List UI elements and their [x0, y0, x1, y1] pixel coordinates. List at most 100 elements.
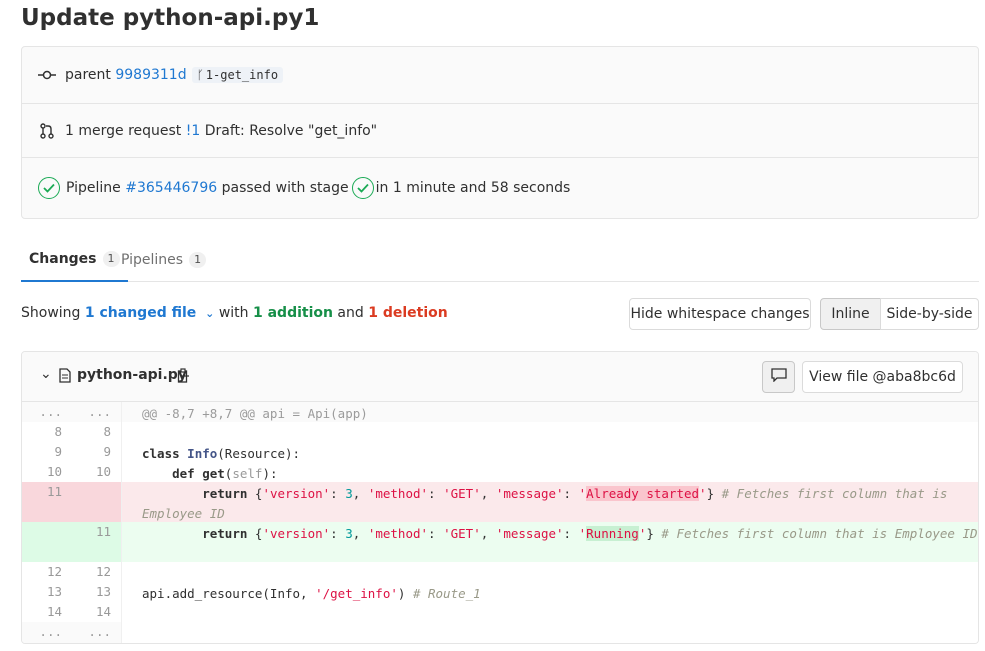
code-token: (Resource):: [217, 446, 301, 461]
code-token: 'method': [367, 486, 429, 501]
line-number-old[interactable]: 8: [22, 422, 72, 442]
stats-with: with: [218, 305, 249, 321]
code-line: [122, 622, 978, 643]
code-token: 'version': [262, 526, 331, 541]
diff-line: 8 8: [22, 422, 978, 442]
branch-icon: ᚴ: [196, 68, 204, 82]
line-number-old[interactable]: 11: [22, 482, 72, 522]
side-by-side-view-button[interactable]: Side-by-side: [880, 298, 979, 330]
line-number-new[interactable]: 12: [72, 562, 122, 582]
hunk-header-line: ... ... @@ -8,7 +8,7 @@ api = Api(app): [22, 402, 978, 422]
line-number-new[interactable]: 9: [72, 442, 122, 462]
branch-badge[interactable]: ᚴ 1-get_info: [191, 67, 284, 83]
parent-sha-link[interactable]: 9989311d: [115, 67, 186, 83]
line-number-old[interactable]: 13: [22, 582, 72, 602]
pipeline-label: Pipeline: [66, 180, 121, 196]
code-line: class Info(Resource):: [122, 442, 978, 462]
diff-line: 12 12: [22, 562, 978, 582]
pipeline-status-icon[interactable]: [38, 177, 60, 199]
stage-status-icon[interactable]: [351, 177, 374, 199]
diff-line: 9 9 class Info(Resource):: [22, 442, 978, 462]
toggle-comments-button[interactable]: [762, 361, 795, 393]
code-token: def: [172, 466, 195, 481]
commit-icon: [38, 66, 56, 84]
file-name[interactable]: python-api.py: [77, 367, 187, 383]
line-number-old[interactable]: ...: [22, 622, 72, 643]
code-token: ': [578, 526, 587, 541]
line-number-new[interactable]: 10: [72, 462, 122, 482]
changed-files-dropdown[interactable]: 1 changed file ⌄: [85, 305, 214, 321]
view-file-button[interactable]: View file @aba8bc6d: [802, 361, 963, 393]
tab-changes[interactable]: Changes 1: [21, 238, 128, 282]
code-token: ': [578, 486, 587, 501]
line-number-old[interactable]: 9: [22, 442, 72, 462]
added-text: Running: [586, 526, 639, 541]
mr-count-text: 1 merge request: [65, 123, 182, 139]
diff-line: 10 10 def get(self):: [22, 462, 978, 482]
line-number-old[interactable]: 14: [22, 602, 72, 622]
collapse-chevron-icon[interactable]: ⌄: [40, 366, 52, 382]
line-number-new[interactable]: 8: [72, 422, 122, 442]
inline-view-button[interactable]: Inline: [820, 298, 881, 330]
mr-ref-link[interactable]: !1: [186, 123, 201, 139]
diff-file: ⌄ python-api.py View file @aba8bc6d ... …: [21, 351, 979, 644]
divider: [22, 103, 978, 104]
line-number-old[interactable]: ...: [22, 402, 72, 422]
code-token: 'version': [262, 486, 331, 501]
line-number-new[interactable]: 11: [72, 522, 122, 562]
code-token: 3: [345, 526, 353, 541]
line-number-new[interactable]: 13: [72, 582, 122, 602]
line-number-new[interactable]: [72, 482, 122, 522]
mr-title: Draft: Resolve "get_info": [204, 123, 378, 139]
pipeline-link[interactable]: #365446796: [125, 180, 217, 196]
line-number-old[interactable]: 12: [22, 562, 72, 582]
diff-line: 13 13 api.add_resource(Info, '/get_info'…: [22, 582, 978, 602]
code-token: Info: [187, 446, 218, 461]
diff-footer-line: ... ...: [22, 622, 978, 643]
hide-whitespace-button[interactable]: Hide whitespace changes: [629, 298, 811, 330]
pipeline-row: Pipeline #365446796 passed with stage in…: [22, 176, 978, 200]
line-number-old[interactable]: [22, 522, 72, 562]
chevron-down-icon: ⌄: [205, 307, 215, 320]
hunk-header: @@ -8,7 +8,7 @@ api = Api(app): [122, 402, 978, 422]
merge-request-icon: [38, 122, 56, 140]
code-token: api.add_resource(Info,: [142, 586, 316, 601]
code-line: api.add_resource(Info, '/get_info') # Ro…: [122, 582, 978, 602]
code-token: get: [202, 466, 225, 481]
tab-pipelines[interactable]: Pipelines 1: [121, 238, 207, 282]
code-token: return: [202, 526, 248, 541]
tab-count-badge: 1: [189, 252, 207, 268]
line-number-new[interactable]: 14: [72, 602, 122, 622]
code-token: ):: [262, 466, 278, 481]
code-token: 'method': [367, 526, 429, 541]
added-line: 11 + return {'version': 3, 'method': 'GE…: [22, 522, 978, 562]
commit-info-panel: parent 9989311d ᚴ 1-get_info 1 merge req…: [21, 46, 979, 219]
file-icon: [59, 368, 71, 387]
tab-count-badge: 1: [102, 251, 120, 267]
copy-path-icon[interactable]: [177, 368, 190, 387]
line-number-old[interactable]: 10: [22, 462, 72, 482]
branch-name: 1-get_info: [205, 68, 279, 82]
code-token: self: [232, 466, 263, 481]
line-number-new[interactable]: ...: [72, 622, 122, 643]
code-token: return: [202, 486, 248, 501]
code-line: def get(self):: [122, 462, 978, 482]
code-token: ': [638, 526, 647, 541]
parent-label: parent: [65, 67, 111, 83]
pipeline-duration: in 1 minute and 58 seconds: [375, 180, 571, 196]
code-token: ': [699, 486, 707, 501]
merge-request-row: 1 merge request !1 Draft: Resolve "get_i…: [22, 121, 978, 141]
code-token: '/get_info': [315, 586, 398, 601]
diff-stats: Showing 1 changed file ⌄ with 1 addition…: [21, 305, 448, 321]
commit-tabs: Changes 1 Pipelines 1: [21, 238, 979, 282]
stats-showing: Showing: [21, 305, 81, 321]
diff-line: 14 14: [22, 602, 978, 622]
deleted-line: 11 - return {'version': 3, 'method': 'GE…: [22, 482, 978, 522]
code-token: ): [397, 586, 413, 601]
line-number-new[interactable]: ...: [72, 402, 122, 422]
code-token: 3: [345, 486, 353, 501]
